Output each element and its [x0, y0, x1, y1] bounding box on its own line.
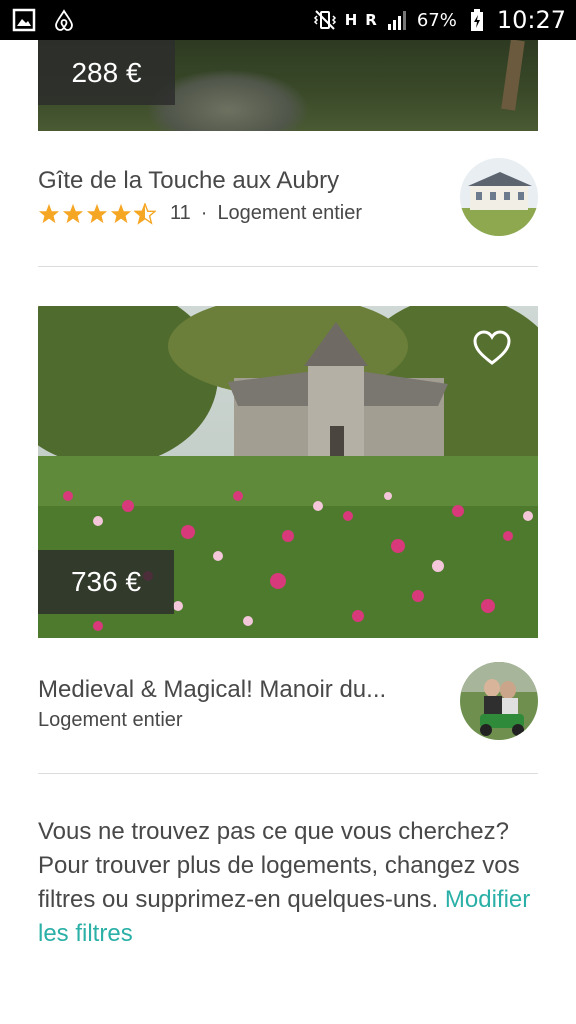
star-full-icon — [38, 203, 60, 223]
airbnb-notification-icon — [55, 9, 73, 31]
house-thumbnail-image — [460, 158, 538, 236]
host-avatar[interactable] — [460, 158, 538, 236]
star-full-icon — [62, 203, 84, 223]
star-half-icon — [134, 202, 156, 225]
vibrate-mute-icon — [313, 10, 336, 30]
battery-charging-icon — [470, 9, 483, 31]
listing-subtitle: Logement entier — [38, 709, 183, 732]
host-avatar[interactable] — [460, 662, 538, 740]
listing-title[interactable]: Gîte de la Touche aux Aubry — [38, 167, 339, 195]
listing-photo[interactable]: 736 € — [38, 306, 538, 638]
separator-dot: · — [200, 202, 208, 224]
photo-tree-detail — [501, 40, 525, 111]
listing-type: Logement entier — [38, 709, 183, 731]
price-badge: 736 € — [38, 550, 174, 614]
star-full-icon — [110, 203, 132, 223]
divider — [38, 773, 538, 774]
no-more-results-message: Vous ne trouvez pas ce que vous cherchez… — [38, 815, 538, 951]
battery-percent: 67% — [416, 9, 457, 31]
network-type-label: H — [344, 11, 358, 29]
listing-subtitle: 11 · Logement entier — [38, 202, 362, 225]
host-photo-image — [460, 662, 538, 740]
gallery-notification-icon — [12, 8, 36, 32]
listing-photo[interactable]: 288 € — [38, 40, 538, 131]
divider — [38, 266, 538, 267]
clock: 10:27 — [496, 6, 566, 34]
signal-icon — [387, 11, 406, 30]
star-full-icon — [86, 203, 108, 223]
rating-stars — [38, 202, 156, 225]
listing-title[interactable]: Medieval & Magical! Manoir du... — [38, 676, 386, 704]
heart-icon[interactable] — [472, 328, 512, 368]
price-badge: 288 € — [38, 40, 175, 105]
roaming-label: R — [365, 11, 377, 29]
listing-type: Logement entier — [217, 202, 362, 224]
status-bar: H R 67% 10:27 — [0, 0, 576, 40]
review-count: 11 — [170, 202, 191, 224]
